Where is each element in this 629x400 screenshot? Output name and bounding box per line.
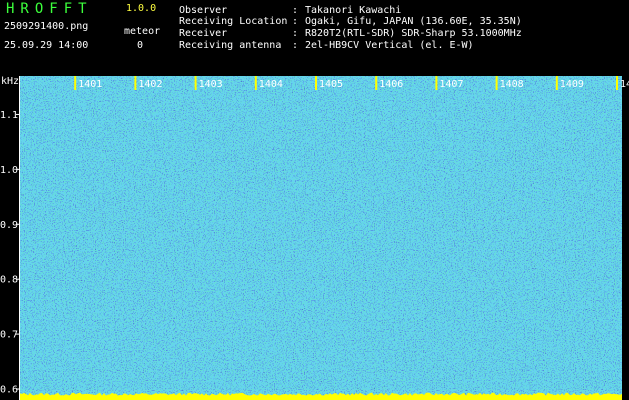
y-tick-label: 1.1 bbox=[0, 110, 18, 121]
spectrogram-plot-area bbox=[20, 76, 622, 400]
info-separator: : bbox=[292, 40, 299, 51]
y-tick-label: 0.9 bbox=[0, 220, 18, 231]
y-tick-label: 0.7 bbox=[0, 330, 18, 341]
info-value: 2el-HB9CV Vertical (el. E-W) bbox=[305, 40, 474, 51]
x-tick-label: 1402 bbox=[138, 79, 162, 90]
mode-label: meteor bbox=[124, 26, 161, 37]
meteor-count: 0 bbox=[137, 40, 144, 51]
header-panel: HROFFT 1.0.0 2509291400.png 25.09.29 14:… bbox=[0, 0, 629, 76]
y-tick-label: 0.8 bbox=[0, 275, 18, 286]
x-tick-label: 1409 bbox=[560, 79, 584, 90]
x-tick-label: 1404 bbox=[259, 79, 283, 90]
y-axis-unit-label: kHz bbox=[1, 76, 19, 87]
info-separator: : bbox=[292, 5, 299, 16]
app-title: HROFFT bbox=[6, 1, 93, 17]
y-tick-label: 0.6 bbox=[0, 385, 18, 396]
x-tick-label: 1407 bbox=[439, 79, 463, 90]
y-tick-label: 1.0 bbox=[0, 165, 18, 176]
info-label: Receiving Location bbox=[179, 16, 288, 27]
x-tick-label: 1403 bbox=[199, 79, 223, 90]
x-tick-label: 1405 bbox=[319, 79, 343, 90]
info-value: Takanori Kawachi bbox=[305, 5, 402, 16]
info-value: R820T2(RTL-SDR) SDR-Sharp 53.1000MHz bbox=[305, 28, 522, 39]
info-label: Receiver bbox=[179, 28, 228, 39]
info-separator: : bbox=[292, 16, 299, 27]
info-separator: : bbox=[292, 28, 299, 39]
spectrogram-chart: kHz 1.1 1.0 0.9 0.8 0.7 0.6 1401 1402 1403 1404 140… bbox=[0, 76, 629, 400]
x-tick-label: 1406 bbox=[379, 79, 403, 90]
spectrogram-panel: kHz 1.1 1.0 0.9 0.8 0.7 0.6 1401 1402 1403 1404 140… bbox=[0, 76, 629, 400]
date-time: 25.09.29 14:00 bbox=[4, 40, 89, 51]
info-label: Receiving antenna bbox=[179, 40, 282, 51]
file-name: 2509291400.png bbox=[4, 21, 89, 32]
x-tick-label: 1408 bbox=[500, 79, 524, 90]
app-version: 1.0.0 bbox=[126, 3, 157, 14]
x-tick-label: 1401 bbox=[78, 79, 102, 90]
x-tick-label: 1410 bbox=[620, 79, 629, 90]
info-value: Ogaki, Gifu, JAPAN (136.60E, 35.35N) bbox=[305, 16, 522, 27]
spectrogram-noise bbox=[20, 76, 622, 400]
info-label: Observer bbox=[179, 5, 228, 16]
